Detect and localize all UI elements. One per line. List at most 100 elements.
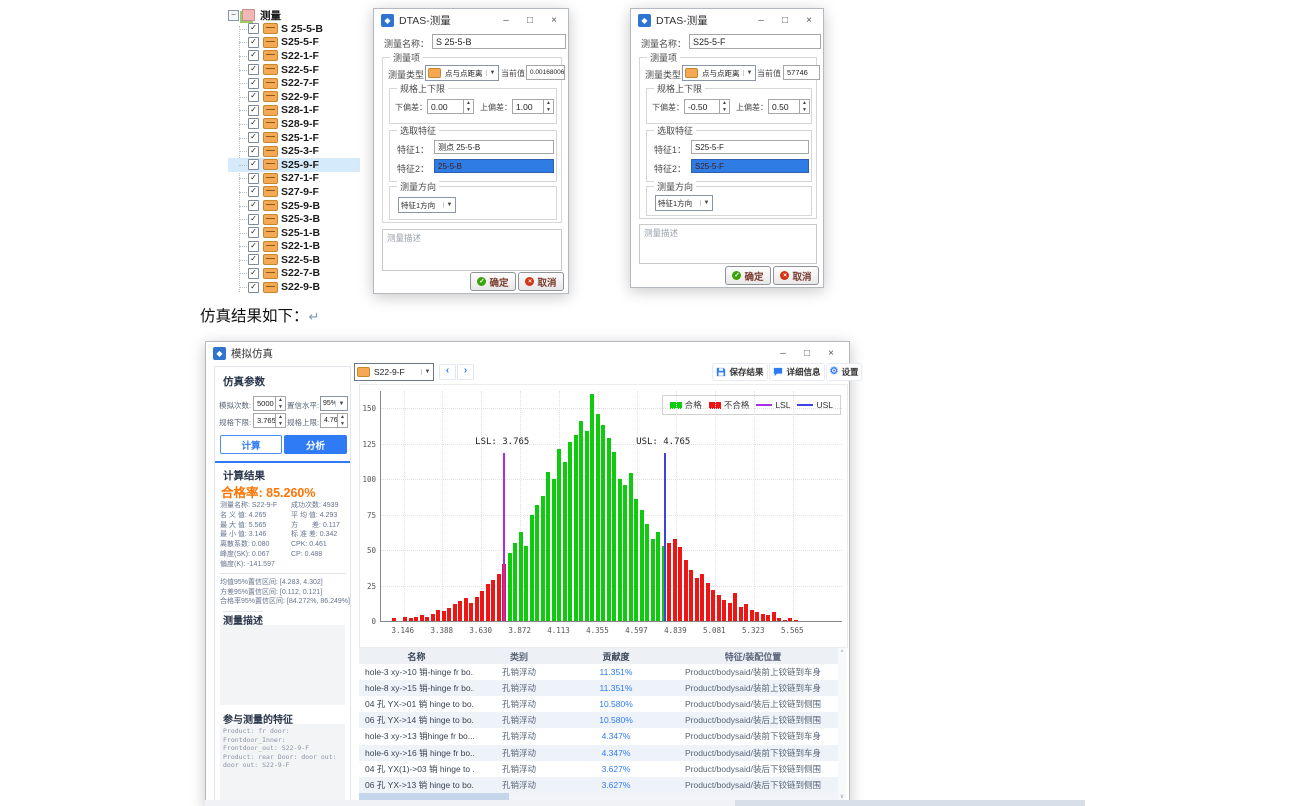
table-row[interactable]: hole-3 xy->13 销hinge fr bo...孔销浮动4.347%P… [359, 728, 838, 744]
tree-item[interactable]: ✓S25-3-B [228, 212, 360, 226]
page-horizontal-scrollbar[interactable] [205, 800, 1085, 806]
measure-picker-select[interactable]: S22-9-F▼ [354, 363, 434, 381]
spec-lower-spinner[interactable]: 3.765▲▼ [253, 413, 286, 428]
tree-item[interactable]: ✓S22-1-B [228, 240, 360, 254]
measure-type-select[interactable]: 点与点距离▼ [425, 65, 499, 81]
checkbox-checked[interactable]: ✓ [248, 132, 259, 143]
column-header[interactable]: 特征/装配位置 [668, 650, 838, 663]
measure-desc-textarea[interactable]: 测量描述 [382, 229, 562, 271]
measure-desc-textarea[interactable]: 测量描述 [639, 224, 817, 264]
next-measure-button[interactable]: › [457, 364, 474, 380]
checkbox-checked[interactable]: ✓ [248, 173, 259, 184]
tree-root[interactable]: − 测量 [228, 8, 360, 22]
checkbox-checked[interactable]: ✓ [248, 78, 259, 89]
table-row[interactable]: 06 孔 YX->13 销 hinge to bo...孔销浮动3.627%Pr… [359, 777, 838, 793]
feature1-input[interactable]: S25-5-F [691, 140, 809, 154]
checkbox-checked[interactable]: ✓ [248, 186, 259, 197]
checkbox-checked[interactable]: ✓ [248, 214, 259, 225]
column-header[interactable]: 贡献度 [564, 650, 668, 663]
table-row[interactable]: 04 孔 YX->01 销 hinge to bo...孔销浮动10.580%P… [359, 696, 838, 712]
tree-item[interactable]: ✓S22-5-F [228, 63, 360, 77]
tree-item[interactable]: ✓S22-7-B [228, 267, 360, 281]
measure-type-select[interactable]: 点与点距离▼ [682, 65, 756, 81]
cancel-button[interactable]: × 取消 [518, 272, 564, 291]
upper-dev-spinner[interactable]: 0.50▲▼ [768, 99, 810, 114]
tree-item[interactable]: ✓S27-9-F [228, 185, 360, 199]
direction-select[interactable]: 特征1方向▼ [398, 197, 456, 213]
table-row[interactable]: hole-6 xy->16 销 hinge fr bo...孔销浮动4.347%… [359, 745, 838, 761]
feature1-input[interactable]: 测点 25-5-B [434, 140, 554, 154]
scrollbar-thumb[interactable] [735, 800, 1085, 806]
table-vertical-scrollbar[interactable]: ^ v [838, 648, 846, 802]
table-row[interactable]: 04 孔 YX(1)->03 销 hinge to ...孔销浮动3.627%P… [359, 761, 838, 777]
checkbox-checked[interactable]: ✓ [248, 146, 259, 157]
prev-measure-button[interactable]: ‹ [439, 364, 456, 380]
analyze-button[interactable]: 分析 [284, 435, 347, 454]
spec-upper-spinner[interactable]: 4.765▲▼ [320, 413, 348, 428]
tree-item[interactable]: ✓S25-3-F [228, 144, 360, 158]
close-icon[interactable]: × [819, 342, 843, 364]
sim-titlebar[interactable]: ◆ 模拟仿真 – □ × [206, 342, 849, 364]
checkbox-checked[interactable]: ✓ [248, 268, 259, 279]
cancel-button[interactable]: × 取消 [773, 266, 819, 285]
minimize-icon[interactable]: – [771, 342, 795, 364]
table-row[interactable]: hole-3 xy->10 销-hinge fr bo...孔销浮动11.351… [359, 664, 838, 680]
tree-item[interactable]: ✓S25-9-F [228, 158, 360, 172]
tree-item[interactable]: ✓S25-1-B [228, 226, 360, 240]
tree-item[interactable]: ✓S 25-5-B [228, 22, 360, 36]
sim-count-spinner[interactable]: 5000▲▼ [253, 396, 286, 411]
tree-item[interactable]: ✓S25-1-F [228, 131, 360, 145]
lower-dev-spinner[interactable]: -0.50▲▼ [684, 99, 730, 114]
tree-collapse-icon[interactable]: − [228, 10, 239, 21]
checkbox-checked[interactable]: ✓ [248, 241, 259, 252]
checkbox-checked[interactable]: ✓ [248, 64, 259, 75]
tree-item[interactable]: ✓S22-9-B [228, 280, 360, 294]
calculate-button[interactable]: 计算 [220, 435, 282, 454]
table-row[interactable]: 06 孔 YX->14 销 hinge to bo...孔销浮动10.580%P… [359, 712, 838, 728]
table-row[interactable]: hole-8 xy->15 销-hinge fr bo...孔销浮动11.351… [359, 680, 838, 696]
dialog-titlebar[interactable]: ◆ DTAS-测量 – □ × [374, 9, 568, 31]
settings-button[interactable]: ⚙ 设置 [826, 363, 862, 381]
ok-button[interactable]: ✓ 确定 [470, 272, 516, 291]
checkbox-checked[interactable]: ✓ [248, 282, 259, 293]
close-icon[interactable]: × [797, 9, 821, 31]
upper-dev-spinner[interactable]: 1.00▲▼ [512, 99, 554, 114]
checkbox-checked[interactable]: ✓ [248, 23, 259, 34]
confidence-select[interactable]: 95%▼ [320, 396, 348, 411]
tree-item[interactable]: ✓S28-1-F [228, 104, 360, 118]
checkbox-checked[interactable]: ✓ [248, 50, 259, 61]
tree-item[interactable]: ✓S22-1-F [228, 49, 360, 63]
checkbox-checked[interactable]: ✓ [248, 254, 259, 265]
save-results-button[interactable]: 保存结果 [712, 363, 768, 381]
tree-item[interactable]: ✓S22-5-B [228, 253, 360, 267]
lower-dev-spinner[interactable]: 0.00▲▼ [427, 99, 474, 114]
column-header[interactable]: 名称 [359, 650, 474, 663]
checkbox-checked[interactable]: ✓ [248, 227, 259, 238]
feature2-input[interactable]: 25-5-B [434, 159, 554, 173]
minimize-icon[interactable]: – [749, 9, 773, 31]
checkbox-checked[interactable]: ✓ [248, 118, 259, 129]
tree-item[interactable]: ✓S22-7-F [228, 76, 360, 90]
maximize-icon[interactable]: □ [795, 342, 819, 364]
checkbox-checked[interactable]: ✓ [248, 91, 259, 102]
tree-item[interactable]: ✓S25-5-F [228, 36, 360, 50]
minimize-icon[interactable]: – [494, 9, 518, 31]
scroll-up-icon[interactable]: ^ [838, 650, 846, 656]
dialog-titlebar[interactable]: ◆ DTAS-测量 – □ × [631, 9, 823, 31]
feature2-input[interactable]: S25-5-F [691, 159, 809, 173]
measure-name-input[interactable]: S 25-5-B [432, 34, 566, 49]
close-icon[interactable]: × [542, 9, 566, 31]
tree-item[interactable]: ✓S25-9-B [228, 199, 360, 213]
tree-item[interactable]: ✓S27-1-F [228, 172, 360, 186]
tree-item[interactable]: ✓S22-9-F [228, 90, 360, 104]
ok-button[interactable]: ✓ 确定 [725, 266, 771, 285]
checkbox-checked[interactable]: ✓ [248, 105, 259, 116]
maximize-icon[interactable]: □ [773, 9, 797, 31]
checkbox-checked[interactable]: ✓ [248, 37, 259, 48]
column-header[interactable]: 类别 [474, 650, 564, 663]
tree-item[interactable]: ✓S28-9-F [228, 117, 360, 131]
direction-select[interactable]: 特征1方向▼ [655, 195, 713, 211]
checkbox-checked[interactable]: ✓ [248, 159, 259, 170]
checkbox-checked[interactable]: ✓ [248, 200, 259, 211]
maximize-icon[interactable]: □ [518, 9, 542, 31]
